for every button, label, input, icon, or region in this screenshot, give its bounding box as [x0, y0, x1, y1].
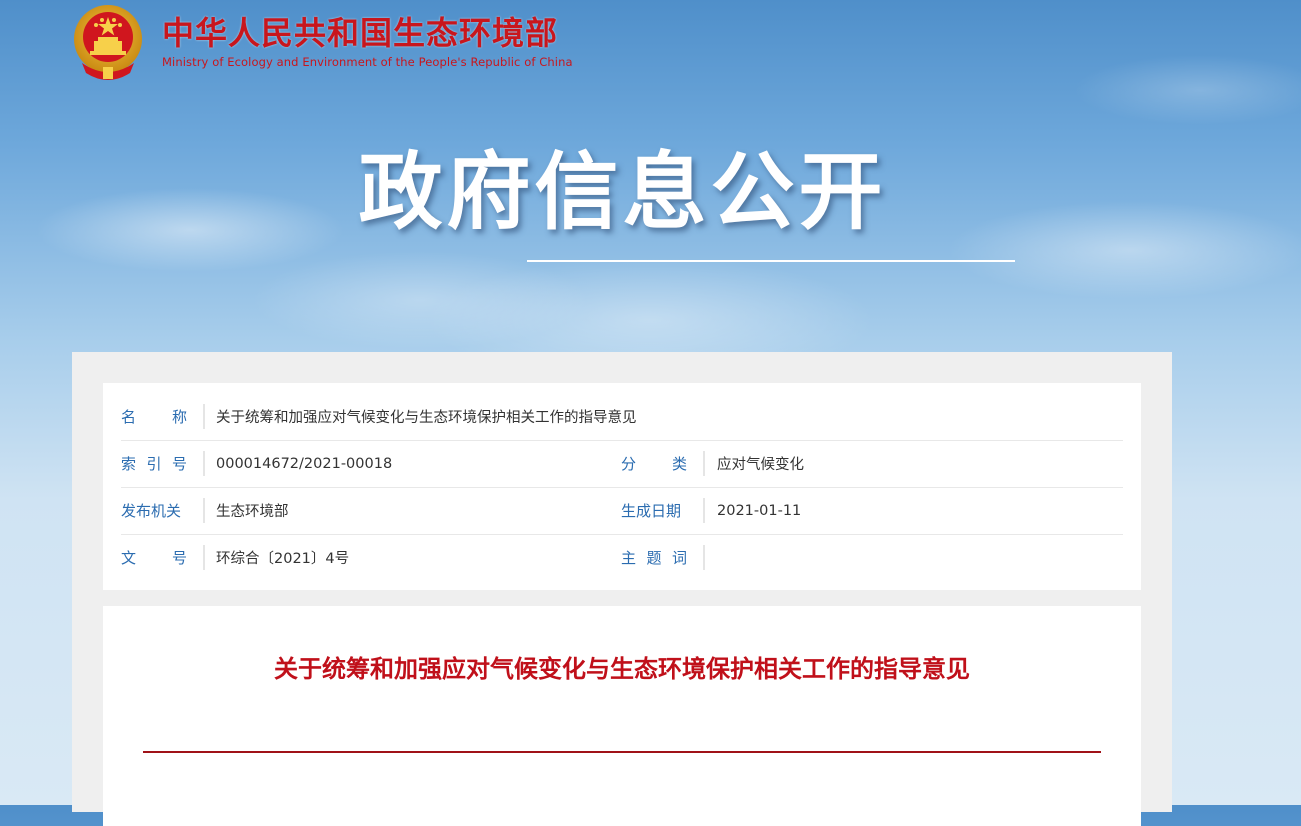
- field-divider: [203, 404, 205, 429]
- ministry-name-cn[interactable]: 中华人民共和国生态环境部: [162, 15, 573, 51]
- meta-row-index: 索引号 000014672/2021-00018 分类 应对气候变化: [121, 440, 1123, 488]
- national-emblem-icon[interactable]: [72, 3, 144, 81]
- issuer-label: 发布机关: [121, 502, 182, 520]
- field-divider: [203, 498, 205, 523]
- field-divider: [203, 545, 205, 570]
- index-label: 索引号: [121, 455, 187, 473]
- field-divider: [203, 451, 205, 476]
- document-metadata-card: 名称 关于统筹和加强应对气候变化与生态环境保护相关工作的指导意见 索引号 000…: [103, 383, 1141, 590]
- field-divider: [703, 451, 705, 476]
- content-panel: 名称 关于统筹和加强应对气候变化与生态环境保护相关工作的指导意见 索引号 000…: [72, 352, 1172, 826]
- index-value: 000014672/2021-00018: [216, 455, 393, 472]
- date-value: 2021-01-11: [717, 502, 802, 519]
- meta-row-issuer: 发布机关 生态环境部 生成日期 2021-01-11: [121, 487, 1123, 535]
- doc-number-value: 环综合〔2021〕4号: [216, 551, 350, 567]
- site-header: 中华人民共和国生态环境部 Ministry of Ecology and Env…: [72, 2, 573, 82]
- meta-row-doc-number: 文号 环综合〔2021〕4号 主题词: [121, 534, 1123, 581]
- category-label: 分类: [621, 455, 687, 473]
- doc-number-label: 文号: [121, 549, 187, 567]
- document-title: 关于统筹和加强应对气候变化与生态环境保护相关工作的指导意见: [274, 655, 970, 683]
- title-rule: [143, 751, 1101, 753]
- date-label: 生成日期: [621, 502, 682, 520]
- issuer-value: 生态环境部: [216, 504, 289, 520]
- ministry-name-en[interactable]: Ministry of Ecology and Environment of t…: [162, 55, 573, 69]
- page-title: 政府信息公开: [358, 143, 887, 241]
- field-divider: [703, 545, 705, 570]
- name-label: 名称: [121, 408, 187, 426]
- field-divider: [703, 498, 705, 523]
- title-underline: [527, 260, 1015, 262]
- meta-row-name: 名称 关于统筹和加强应对气候变化与生态环境保护相关工作的指导意见: [121, 393, 1123, 441]
- name-value: 关于统筹和加强应对气候变化与生态环境保护相关工作的指导意见: [216, 410, 637, 426]
- category-value: 应对气候变化: [717, 457, 804, 473]
- document-content-card: 关于统筹和加强应对气候变化与生态环境保护相关工作的指导意见: [103, 606, 1141, 826]
- keywords-label: 主题词: [621, 549, 687, 567]
